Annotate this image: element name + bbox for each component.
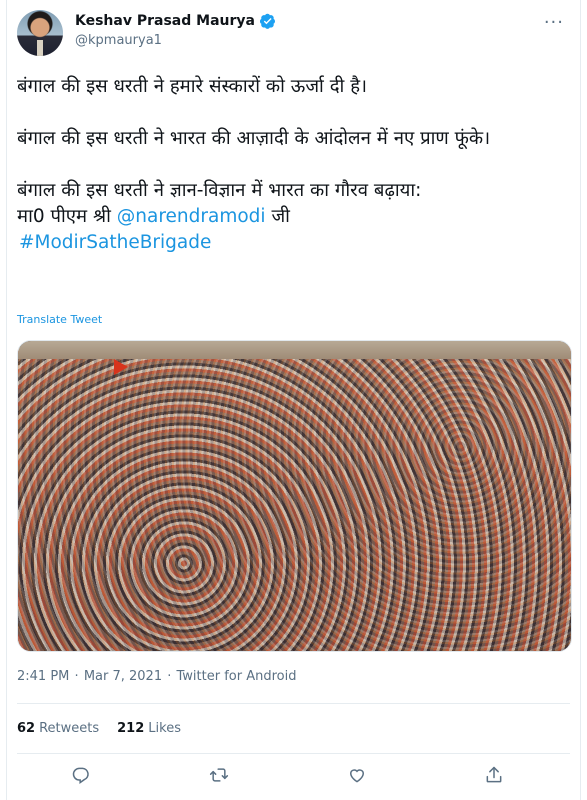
divider: [17, 753, 570, 754]
retweet-icon: [209, 768, 229, 782]
retweets-stat[interactable]: 62 Retweets: [17, 721, 99, 736]
likes-label: Likes: [148, 721, 181, 736]
more-icon[interactable]: ···: [544, 12, 564, 33]
verified-badge-icon: [259, 13, 275, 29]
tweet-paragraph-3: बंगाल की इस धरती ने ज्ञान-विज्ञान में भा…: [17, 178, 572, 256]
likes-stat[interactable]: 212 Likes: [117, 721, 181, 736]
retweet-button[interactable]: [209, 765, 233, 789]
action-bar: [7, 765, 580, 791]
tweet-meta: 2:41 PM · Mar 7, 2021 · Twitter for Andr…: [17, 669, 297, 684]
likes-count: 212: [117, 721, 145, 736]
tweet-stats: 62 Retweets 212 Likes: [17, 721, 181, 736]
tweet-date[interactable]: Mar 7, 2021: [84, 669, 162, 684]
tweet-time[interactable]: 2:41 PM: [17, 669, 69, 684]
tweet-photo[interactable]: [17, 340, 572, 652]
name-row: Keshav Prasad Maurya: [75, 13, 276, 29]
user-handle[interactable]: @kpmaurya1: [75, 33, 162, 48]
tweet-paragraph-1: बंगाल की इस धरती ने हमारे संस्कारों को ऊ…: [17, 76, 368, 97]
tweet-paragraph-3-prefix: मा0 पीएम श्री: [17, 206, 111, 227]
meta-separator: ·: [167, 669, 172, 684]
reply-icon: [72, 767, 89, 784]
tweet-paragraph-2: बंगाल की इस धरती ने भारत की आज़ादी के आं…: [17, 128, 491, 149]
translate-tweet-link[interactable]: Translate Tweet: [17, 313, 102, 326]
tweet-source[interactable]: Twitter for Android: [177, 669, 297, 684]
like-icon: [349, 769, 365, 783]
avatar[interactable]: [17, 10, 63, 56]
share-icon: [486, 766, 502, 783]
photo-flag: [114, 359, 128, 375]
like-button[interactable]: [347, 765, 371, 789]
reply-button[interactable]: [71, 765, 95, 789]
tweet-card: Keshav Prasad Maurya @kpmaurya1 ··· बंगा…: [6, 0, 581, 800]
share-button[interactable]: [484, 765, 508, 789]
retweets-label: Retweets: [39, 721, 100, 736]
tweet-paragraph-3-line-1: बंगाल की इस धरती ने ज्ञान-विज्ञान में भा…: [17, 180, 422, 201]
mention-link[interactable]: @narendramodi: [117, 206, 266, 227]
divider: [17, 703, 570, 704]
tweet-paragraph-3-suffix: जी: [271, 206, 290, 227]
retweets-count: 62: [17, 721, 36, 736]
meta-separator: ·: [74, 669, 79, 684]
photo-crowd: [18, 359, 571, 651]
hashtag-link[interactable]: #ModirSatheBrigade: [17, 232, 211, 253]
avatar-tie: [37, 40, 43, 56]
tweet-text: बंगाल की इस धरती ने हमारे संस्कारों को ऊ…: [17, 74, 572, 256]
display-name[interactable]: Keshav Prasad Maurya: [75, 13, 255, 29]
